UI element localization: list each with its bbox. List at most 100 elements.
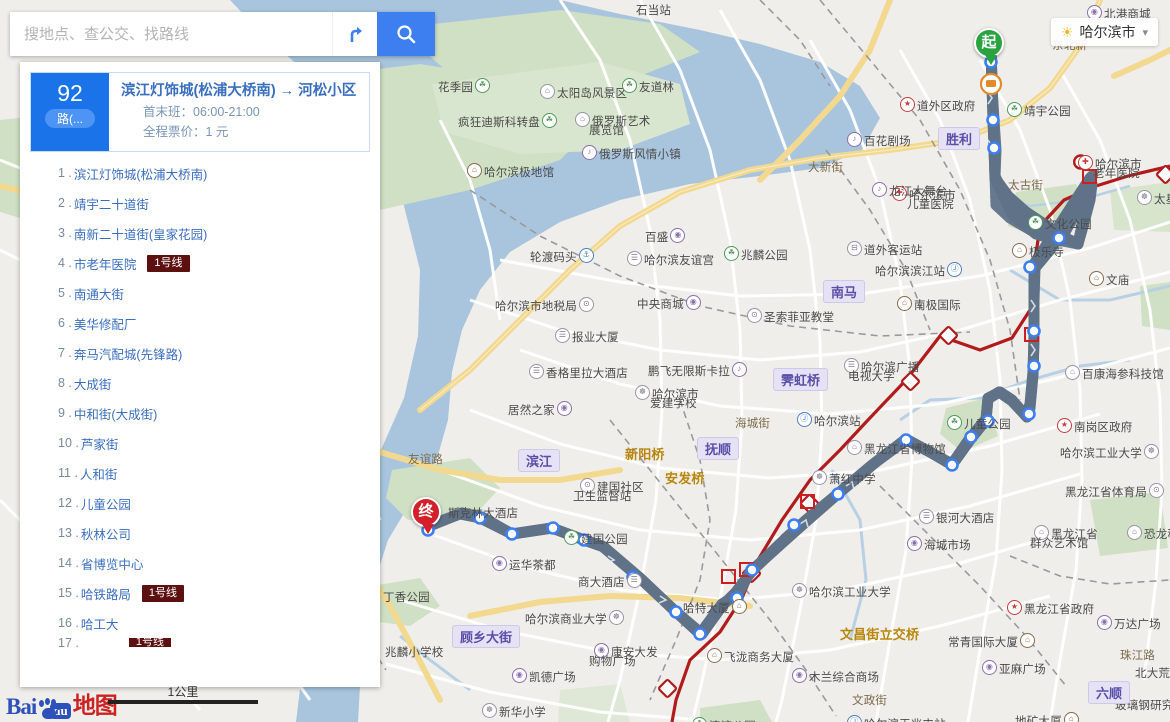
search-button[interactable] [377, 12, 435, 56]
map-poi-text: 黑龙江省博物馆 [864, 444, 946, 456]
bus-stop-item[interactable]: 8 . 大成街 [20, 368, 380, 398]
map-poi-text: 新阳桥 [625, 447, 665, 462]
bus-stop-item[interactable]: 6 . 美华修配厂 [20, 308, 380, 338]
bus-stop-item[interactable]: 1 . 滨江灯饰城(松浦大桥南) [20, 158, 380, 188]
bus-stop-item[interactable]: 13 . 秋林公司 [20, 518, 380, 548]
map-poi-text: 太古街 [1008, 180, 1044, 192]
map-poi-text: 飞泷商务大厦 [724, 652, 795, 664]
map-poi-label: Ⓙ 哈尔滨站 [795, 412, 861, 429]
chevron-down-icon: ▾ [1142, 26, 1148, 39]
bus-stop-item[interactable]: 7 . 奔马汽配城(先锋路) [20, 338, 380, 368]
map-poi-label: 老年医院 [1093, 168, 1140, 181]
map-poi-label: ☘ 友道林 [620, 78, 674, 95]
bus-stop-index: 11 . [58, 466, 78, 480]
bus-stop-index: 8 . [58, 376, 72, 390]
bus-stop-name: 儿童公园 [80, 497, 131, 512]
bus-stop-item[interactable]: 2 . 靖宇二十道街 [20, 188, 380, 218]
route-direction-icon[interactable] [332, 12, 377, 56]
bus-stop-item[interactable]: 4 . 市老年医院 1号线 [20, 248, 380, 278]
park-icon: ☘ [541, 113, 557, 128]
map-poi-text: 哈特大厦 [683, 603, 730, 615]
subway-line-tag[interactable]: 1号线 [147, 254, 190, 272]
map-area-pill: 霁虹桥 [773, 368, 829, 391]
bus-stop-item[interactable]: 17 . 1号线 [20, 638, 380, 647]
city-selector[interactable]: ☀ 哈尔滨市 ▾ [1050, 18, 1158, 46]
line-number: 92 [57, 80, 83, 106]
map-poi-label: ☘ 儿童公园 [945, 415, 1011, 432]
map-poi-label: Ⓙ哈尔滨王兆屯站 [845, 715, 946, 722]
bus-stop-index: 10 . [58, 436, 79, 450]
map-poi-text: 大新街 [808, 162, 844, 174]
map-poi-text: 黑龙江省政府 [1024, 604, 1095, 616]
map-poi-label: 地矿大厦 ⌂ [1015, 712, 1081, 722]
map-poi-text: 文庙 [1106, 275, 1130, 287]
bus-stop-item[interactable]: 9 . 中和街(大成街) [20, 398, 380, 428]
map-poi-label: ★ 南岗区政府 [1055, 418, 1133, 435]
map-poi-label: 展览馆 [589, 125, 624, 138]
line-title: 滨江灯饰城(松浦大桥南) → 河松小区 [121, 83, 357, 99]
bus-line-card[interactable]: 92 路(... 滨江灯饰城(松浦大桥南) → 河松小区 首末班：06:00-2… [30, 72, 370, 152]
map-poi-label: 石当站 [636, 5, 671, 18]
map-poi-label: 海城街 [735, 418, 770, 431]
map-poi-text: 南岗区政府 [1074, 422, 1133, 434]
museum-icon: ⌂ [540, 84, 555, 99]
map-poi-label: 丁香公园 [383, 592, 430, 605]
map-poi-label: 哈特大厦 ⌂ [683, 599, 749, 616]
map-poi-text: 恐龙科普 [1144, 529, 1170, 541]
hotel-icon: ☰ [919, 509, 934, 524]
map-poi-label: ◉ 凯德广场 [510, 668, 576, 685]
bus-line-panel: 92 路(... 滨江灯饰城(松浦大桥南) → 河松小区 首末班：06:00-2… [20, 62, 380, 687]
map-poi-text: 新华小学 [499, 707, 546, 719]
route-start-marker[interactable]: 起 [974, 28, 1008, 70]
map-poi-label: ⌂恐龙科普 [1125, 525, 1170, 542]
map-poi-label: 疯狂迪斯科转盘 ☘ [458, 113, 559, 130]
bus-stop-name: 市老年医院 [73, 257, 137, 272]
bus-stop-item[interactable]: 12 . 儿童公园 [20, 488, 380, 518]
map-poi-label: 鹏飞无限斯卡拉 ♪ [648, 362, 749, 379]
bus-stop-item[interactable]: 16 . 哈工大 [20, 608, 380, 638]
map-poi-text: 鹏飞无限斯卡拉 [648, 366, 730, 378]
map-poi-label: 儿童医院 [907, 199, 954, 212]
museum-icon: ⌂ [1065, 365, 1080, 380]
map-poi-text: 老年医院 [1093, 168, 1140, 180]
map-poi-label: ☘ 文化公园 [1026, 215, 1092, 232]
map-poi-label: 大新街 [808, 162, 843, 175]
map-poi-label: ☸ 哈尔滨工业大学 [790, 583, 891, 600]
bus-stop-item[interactable]: 5 . 南通大街 [20, 278, 380, 308]
map-poi-text: 常青国际大厦 [948, 637, 1019, 649]
music-icon: ♪ [731, 362, 747, 377]
subway-line-tag[interactable]: 1号线 [141, 584, 184, 602]
museum-icon: ⌂ [575, 112, 590, 127]
train-icon: Ⓙ [847, 715, 862, 722]
search-input[interactable] [10, 12, 332, 56]
bus-stop-name: 省博览中心 [80, 557, 144, 572]
map-poi-label: ⌂ 极乐寺 [1010, 243, 1064, 260]
bus-stop-item[interactable]: 3 . 南新二十道街(皇家花园) [20, 218, 380, 248]
bus-stop-index: 7 . [58, 346, 72, 360]
shop-icon: ◉ [512, 668, 527, 683]
baidu-map-logo[interactable]: Bai du 地图 [6, 686, 118, 720]
school-icon: ☸ [792, 583, 807, 598]
museum-icon: ⌂ [847, 440, 862, 455]
route-end-marker[interactable]: 终 [411, 497, 445, 539]
map-poi-text: 哈尔滨工业大学 [1060, 448, 1142, 460]
map-poi-label: ⌂ 百康海参科技馆 [1063, 365, 1164, 382]
bus-stop-item[interactable]: 11 . 人和街 [20, 458, 380, 488]
map-poi-label: ♪ 龙江大舞台 [870, 182, 948, 199]
bus-stop-item[interactable]: 14 . 省博览中心 [20, 548, 380, 578]
bus-stop-item[interactable]: 15 . 哈铁路局 1号线 [20, 578, 380, 608]
map-poi-text: 卫生监督站 [573, 491, 632, 503]
bus-stop-index: 2 . [58, 196, 72, 210]
map-poi-text: 商大酒店 [578, 577, 625, 589]
map-poi-text: 疯狂迪斯科转盘 [458, 117, 540, 129]
subway-line-tag[interactable]: 1号线 [128, 638, 171, 647]
map-poi-text: 运华茶都 [509, 560, 556, 572]
brown-icon: ⌂ [897, 296, 912, 311]
map-poi-text: 南极国际 [914, 300, 961, 312]
map-poi-text: 文政街 [852, 695, 888, 707]
map-poi-label: 常青国际大厦 ⌂ [948, 633, 1037, 650]
bus-stop-name: 美华修配厂 [73, 317, 137, 332]
map-poi-text: 海城街 [735, 418, 771, 430]
bus-stop-item[interactable]: 10 . 芦家街 [20, 428, 380, 458]
map-poi-label: ☰ 哈尔滨友谊宫 [625, 251, 714, 268]
